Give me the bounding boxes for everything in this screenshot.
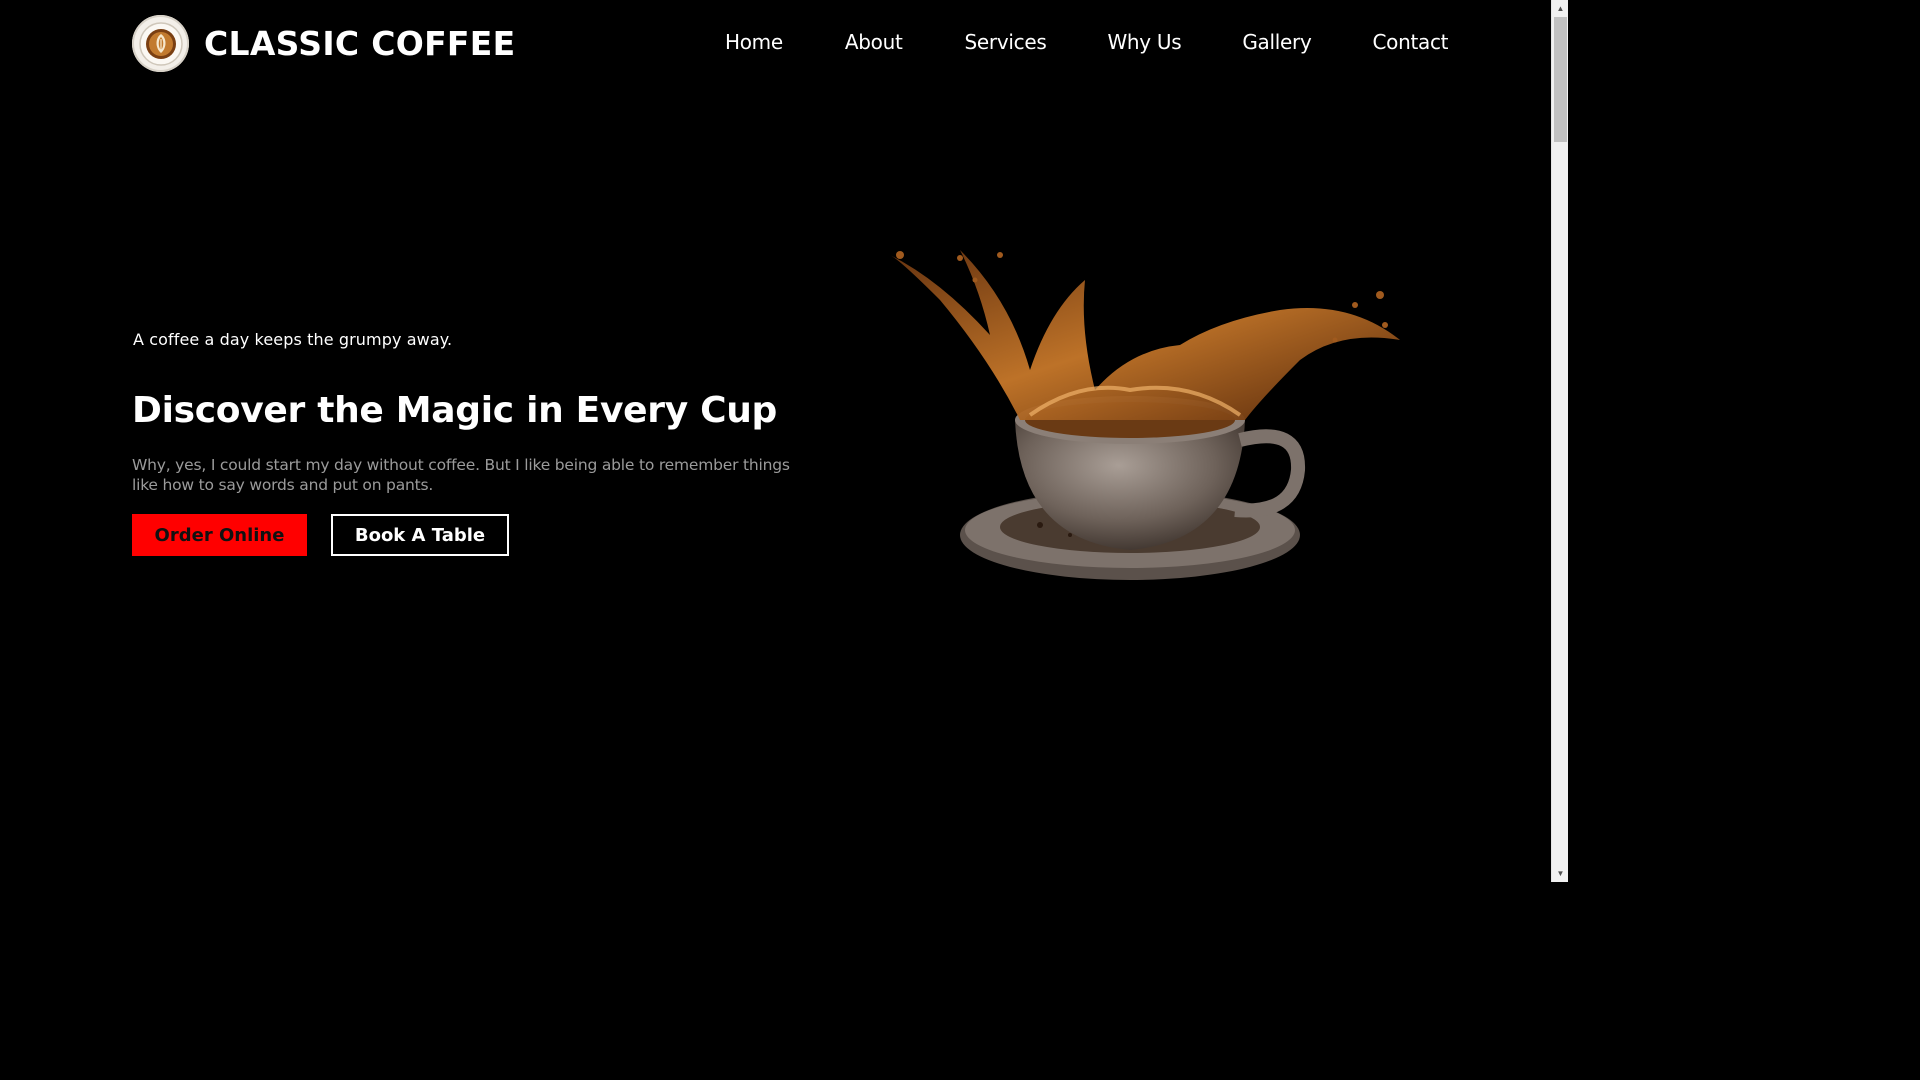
coffee-cup-logo-icon	[132, 15, 189, 72]
nav-services[interactable]: Services	[965, 30, 1047, 54]
page: CLASSIC COFFEE Home About Services Why U…	[0, 0, 1568, 882]
logo-link[interactable]: CLASSIC COFFEE	[132, 15, 515, 72]
hero-tagline: A coffee a day keeps the grumpy away.	[133, 330, 453, 349]
nav-why-us[interactable]: Why Us	[1107, 30, 1181, 54]
site-header: CLASSIC COFFEE Home About Services Why U…	[0, 0, 1551, 88]
brand-name[interactable]: CLASSIC COFFEE	[204, 24, 515, 63]
order-online-button[interactable]: Order Online	[132, 514, 307, 556]
main-nav: Home About Services Why Us Gallery Conta…	[725, 30, 1449, 54]
page-scrollbar[interactable]: ▲ ▼	[1551, 0, 1568, 882]
scroll-up-arrow-icon[interactable]: ▲	[1552, 0, 1569, 17]
nav-home[interactable]: Home	[725, 30, 783, 54]
hero-headline: Discover the Magic in Every Cup	[132, 390, 778, 431]
scroll-thumb[interactable]	[1554, 17, 1567, 142]
nav-gallery[interactable]: Gallery	[1242, 30, 1311, 54]
scroll-down-arrow-icon[interactable]: ▼	[1552, 865, 1569, 882]
nav-contact[interactable]: Contact	[1373, 30, 1449, 54]
coffee-splash-cup-image	[880, 240, 1420, 610]
hero-description: Why, yes, I could start my day without c…	[132, 456, 790, 494]
nav-about[interactable]: About	[845, 30, 903, 54]
book-table-button[interactable]: Book A Table	[331, 514, 509, 556]
